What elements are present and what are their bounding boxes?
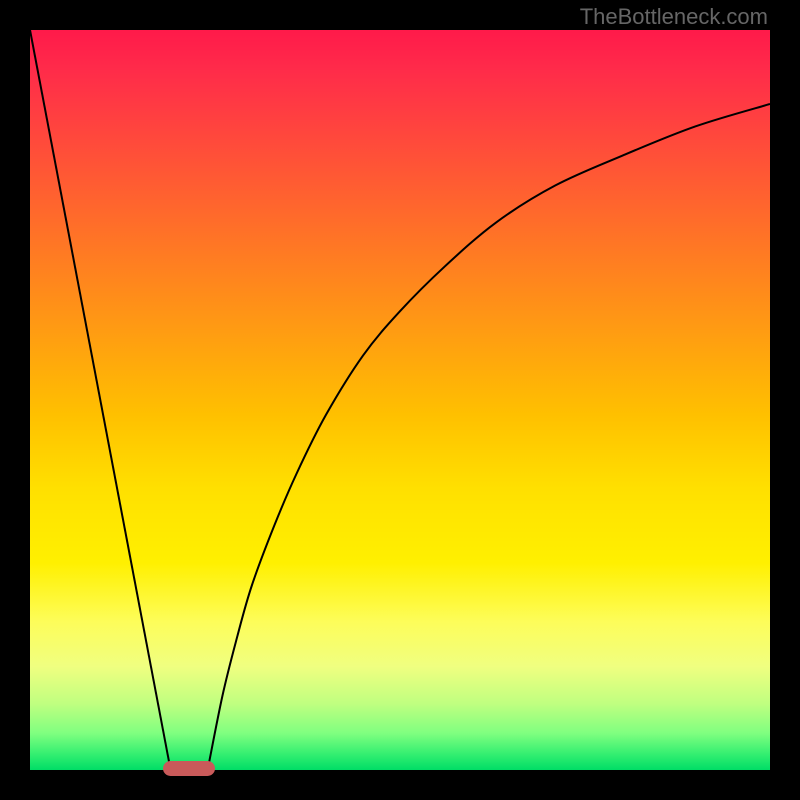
right-log-curve xyxy=(208,104,770,770)
bottleneck-marker xyxy=(163,761,215,776)
chart-lines xyxy=(30,30,770,770)
chart-container: TheBottleneck.com xyxy=(0,0,800,800)
watermark-text: TheBottleneck.com xyxy=(580,4,768,30)
left-descent-line xyxy=(30,30,171,770)
